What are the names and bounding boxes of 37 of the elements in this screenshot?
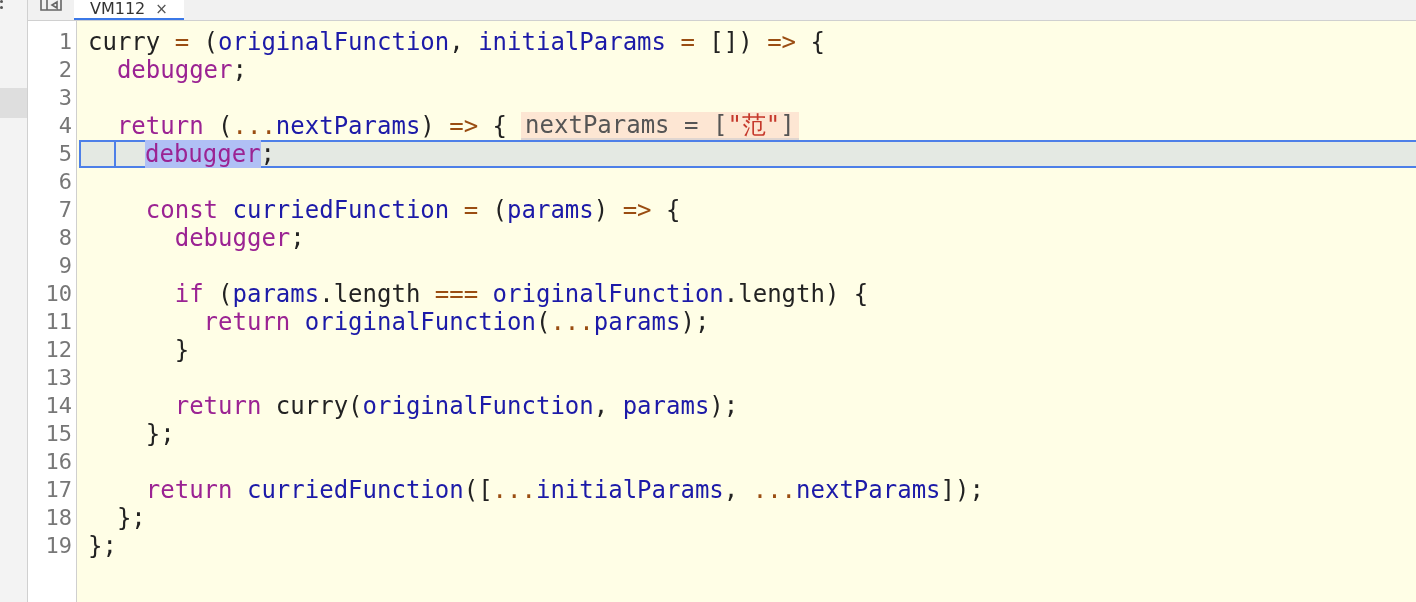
- code-line: }: [173, 336, 190, 364]
- code-line: return curry(originalFunction, params);: [173, 392, 739, 420]
- code-line: if (params.length === originalFunction.length) {: [173, 280, 869, 308]
- file-tab[interactable]: VM112 ×: [74, 0, 184, 20]
- close-icon[interactable]: ×: [155, 0, 168, 18]
- line-number: 10: [44, 280, 73, 308]
- sidebar-toggle-icon[interactable]: [40, 0, 62, 11]
- code-line: };: [115, 504, 146, 532]
- inline-value: nextParams = ["范"]: [521, 112, 799, 140]
- line-number: 6: [57, 168, 73, 196]
- code-line: return (...nextParams) => {: [115, 112, 508, 140]
- line-number: 4: [57, 112, 73, 140]
- line-number: 9: [57, 252, 73, 280]
- more-icon[interactable]: [0, 0, 5, 10]
- line-number: 8: [57, 224, 73, 252]
- line-number: 19: [44, 532, 73, 560]
- code-line: debugger;: [115, 56, 247, 84]
- line-number: 2: [57, 56, 73, 84]
- code-line: return curriedFunction([...initialParams, ...nextParams]);: [144, 476, 984, 504]
- line-number: 3: [57, 84, 73, 112]
- line-number: 5: [57, 140, 73, 168]
- line-number: 1: [57, 28, 73, 56]
- code-line: debugger;: [173, 224, 305, 252]
- line-number: 18: [44, 504, 73, 532]
- code-line: const curriedFunction = (params) => {: [144, 196, 681, 224]
- code-line: curry = (originalFunction, initialParams = []) => {: [88, 28, 825, 56]
- line-number: 14: [44, 392, 73, 420]
- line-number: 15: [44, 420, 73, 448]
- line-number: 11: [44, 308, 73, 336]
- code-line: return originalFunction(...params);: [202, 308, 710, 336]
- code-line: };: [144, 420, 175, 448]
- line-number: 13: [44, 364, 73, 392]
- code-line: };: [88, 532, 117, 560]
- line-number: 7: [57, 196, 73, 224]
- line-number: 12: [44, 336, 73, 364]
- line-number: 16: [44, 448, 73, 476]
- line-number: 17: [44, 476, 73, 504]
